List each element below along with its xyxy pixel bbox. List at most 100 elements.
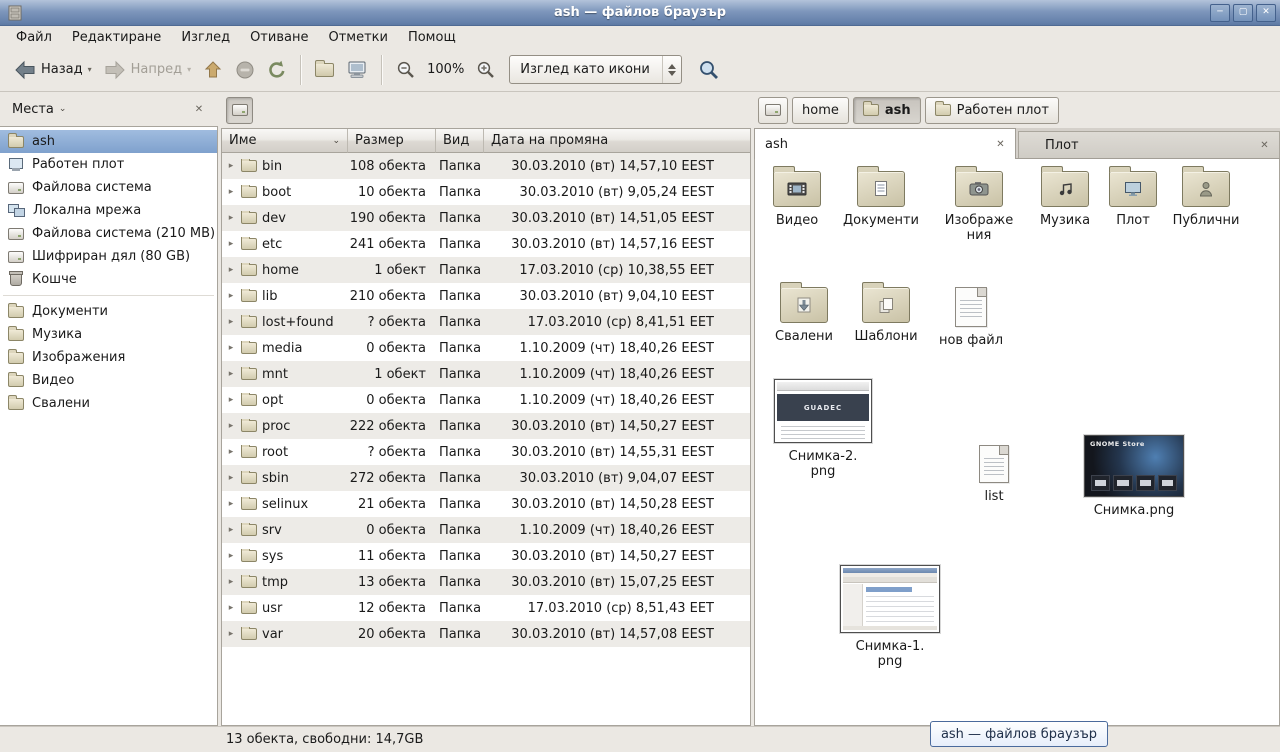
tree-row-media[interactable]: ▸media0 обектаПапка1.10.2009 (чт) 18,40,…: [222, 335, 750, 361]
tree-row-opt[interactable]: ▸opt0 обектаПапка1.10.2009 (чт) 18,40,26…: [222, 387, 750, 413]
tab-ash[interactable]: ash ✕: [754, 128, 1016, 159]
icon-item-snimka-2[interactable]: GUADEC Снимка-2.png: [773, 379, 873, 480]
expander-icon[interactable]: ▸: [226, 551, 236, 561]
zoom-in-button[interactable]: [470, 55, 501, 84]
icon-item-snimka-1[interactable]: Снимка-1.png: [840, 565, 940, 670]
sidebar-item-10[interactable]: Изображения: [0, 346, 217, 369]
pathbar-filesystem-button[interactable]: [226, 97, 253, 124]
icon-item-public[interactable]: Публични: [1166, 171, 1246, 229]
expander-icon[interactable]: ▸: [226, 213, 236, 223]
icon-item-templates[interactable]: Шаблони: [846, 287, 926, 345]
reload-button[interactable]: [261, 55, 293, 85]
tree-row-sys[interactable]: ▸sys11 обектаПапка30.03.2010 (вт) 14,50,…: [222, 543, 750, 569]
icon-item-downloads[interactable]: Свалени: [764, 287, 844, 345]
tab-close-icon[interactable]: ✕: [1256, 137, 1273, 154]
tree-row-var[interactable]: ▸var20 обектаПапка30.03.2010 (вт) 14,57,…: [222, 621, 750, 647]
back-button[interactable]: Назад ▾: [8, 55, 98, 85]
sidebar-item-11[interactable]: Видео: [0, 369, 217, 392]
icon-item-video[interactable]: Видео: [757, 171, 837, 229]
expander-icon[interactable]: ▸: [226, 577, 236, 587]
window-minimize-icon[interactable]: ─: [1210, 4, 1230, 22]
tree-row-home[interactable]: ▸home1 обектПапка17.03.2010 (ср) 10,38,5…: [222, 257, 750, 283]
tree-row-srv[interactable]: ▸srv0 обектаПапка1.10.2009 (чт) 18,40,26…: [222, 517, 750, 543]
tree-row-mnt[interactable]: ▸mnt1 обектПапка1.10.2009 (чт) 18,40,26 …: [222, 361, 750, 387]
sidebar-item-5[interactable]: Шифриран дял (80 GB): [0, 245, 217, 268]
up-button[interactable]: [197, 55, 229, 85]
sidebar-item-1[interactable]: Работен плот: [0, 153, 217, 176]
sidebar-close-icon[interactable]: ✕: [190, 100, 208, 118]
expander-icon[interactable]: ▸: [226, 317, 236, 327]
tree-row-sbin[interactable]: ▸sbin272 обектаПапка30.03.2010 (вт) 9,04…: [222, 465, 750, 491]
sidebar-item-3[interactable]: Локална мрежа: [0, 199, 217, 222]
expander-icon[interactable]: ▸: [226, 239, 236, 249]
combo-arrows-icon[interactable]: [662, 56, 681, 83]
tab-plot[interactable]: Плот ✕: [1018, 131, 1280, 158]
expander-icon[interactable]: ▸: [226, 629, 236, 639]
search-button[interactable]: [692, 54, 725, 85]
pathbar-filesystem-button[interactable]: [758, 97, 788, 124]
stop-button[interactable]: [229, 55, 261, 85]
tree-row-bin[interactable]: ▸bin108 обектаПапка30.03.2010 (вт) 14,57…: [222, 153, 750, 179]
tree-row-lib[interactable]: ▸lib210 обектаПапка30.03.2010 (вт) 9,04,…: [222, 283, 750, 309]
sidebar-item-0[interactable]: ash: [0, 130, 217, 153]
column-header-name[interactable]: Име ⌄: [222, 129, 348, 153]
zoom-out-button[interactable]: [390, 55, 421, 84]
icon-item-snimka[interactable]: GNOME Store Снимка.png: [1082, 435, 1186, 519]
icon-item-pictures[interactable]: Изображения: [942, 171, 1016, 244]
pathbar-desktop-button[interactable]: Работен плот: [925, 97, 1059, 124]
tree-row-root[interactable]: ▸root? обектаПапка30.03.2010 (вт) 14,55,…: [222, 439, 750, 465]
icon-item-documents[interactable]: Документи: [841, 171, 921, 229]
tab-close-icon[interactable]: ✕: [992, 136, 1009, 153]
expander-icon[interactable]: ▸: [226, 395, 236, 405]
sidebar-item-8[interactable]: Документи: [0, 300, 217, 323]
expander-icon[interactable]: ▸: [226, 473, 236, 483]
tree-row-lost+found[interactable]: ▸lost+found? обектаПапка17.03.2010 (ср) …: [222, 309, 750, 335]
menu-item-1[interactable]: Редактиране: [62, 28, 171, 47]
menu-item-3[interactable]: Отиване: [240, 28, 318, 47]
titlebar[interactable]: ash — файлов браузър ─ ▢ ✕: [0, 0, 1280, 26]
window-close-icon[interactable]: ✕: [1256, 4, 1276, 22]
expander-icon[interactable]: ▸: [226, 343, 236, 353]
expander-icon[interactable]: ▸: [226, 291, 236, 301]
expander-icon[interactable]: ▸: [226, 265, 236, 275]
expander-icon[interactable]: ▸: [226, 447, 236, 457]
tree-row-dev[interactable]: ▸dev190 обектаПапка30.03.2010 (вт) 14,51…: [222, 205, 750, 231]
expander-icon[interactable]: ▸: [226, 161, 236, 171]
computer-button[interactable]: [340, 55, 374, 85]
menu-item-0[interactable]: Файл: [6, 28, 62, 47]
pathbar-ash-button[interactable]: ash: [853, 97, 921, 124]
column-header-size[interactable]: Размер: [348, 129, 436, 153]
expander-icon[interactable]: ▸: [226, 187, 236, 197]
icon-item-new-file[interactable]: нов файл: [931, 287, 1011, 349]
tree-row-usr[interactable]: ▸usr12 обектаПапка17.03.2010 (ср) 8,51,4…: [222, 595, 750, 621]
icon-item-list[interactable]: list: [954, 445, 1034, 505]
expander-icon[interactable]: ▸: [226, 525, 236, 535]
icon-item-desktop[interactable]: Плот: [1093, 171, 1173, 229]
expander-icon[interactable]: ▸: [226, 603, 236, 613]
forward-button[interactable]: Напред ▾: [98, 55, 198, 85]
sidebar-item-6[interactable]: Кошче: [0, 268, 217, 291]
tree-row-selinux[interactable]: ▸selinux21 обектаПапка30.03.2010 (вт) 14…: [222, 491, 750, 517]
window-maximize-icon[interactable]: ▢: [1233, 4, 1253, 22]
menu-item-4[interactable]: Отметки: [318, 28, 397, 47]
tree-row-etc[interactable]: ▸etc241 обектаПапка30.03.2010 (вт) 14,57…: [222, 231, 750, 257]
icon-view[interactable]: Видео Документи Изображения: [754, 159, 1280, 726]
tree-row-proc[interactable]: ▸proc222 обектаПапка30.03.2010 (вт) 14,5…: [222, 413, 750, 439]
home-button[interactable]: [309, 58, 340, 82]
forward-dropdown-icon[interactable]: ▾: [187, 65, 191, 74]
pathbar-home-button[interactable]: home: [792, 97, 849, 124]
menu-item-2[interactable]: Изглед: [171, 28, 240, 47]
column-header-type[interactable]: Вид: [436, 129, 484, 153]
expander-icon[interactable]: ▸: [226, 499, 236, 509]
column-header-modified[interactable]: Дата на промяна: [484, 129, 750, 153]
chevron-down-icon[interactable]: ⌄: [59, 104, 67, 114]
sidebar-item-4[interactable]: Файлова система (210 MB): [0, 222, 217, 245]
view-mode-select[interactable]: Изглед като икони: [509, 55, 682, 84]
sidebar-title[interactable]: Места: [12, 102, 54, 117]
sidebar-item-2[interactable]: Файлова система: [0, 176, 217, 199]
sidebar-item-9[interactable]: Музика: [0, 323, 217, 346]
expander-icon[interactable]: ▸: [226, 369, 236, 379]
sidebar-item-12[interactable]: Свалени: [0, 392, 217, 415]
tree-row-boot[interactable]: ▸boot10 обектаПапка30.03.2010 (вт) 9,05,…: [222, 179, 750, 205]
menu-item-5[interactable]: Помощ: [398, 28, 466, 47]
